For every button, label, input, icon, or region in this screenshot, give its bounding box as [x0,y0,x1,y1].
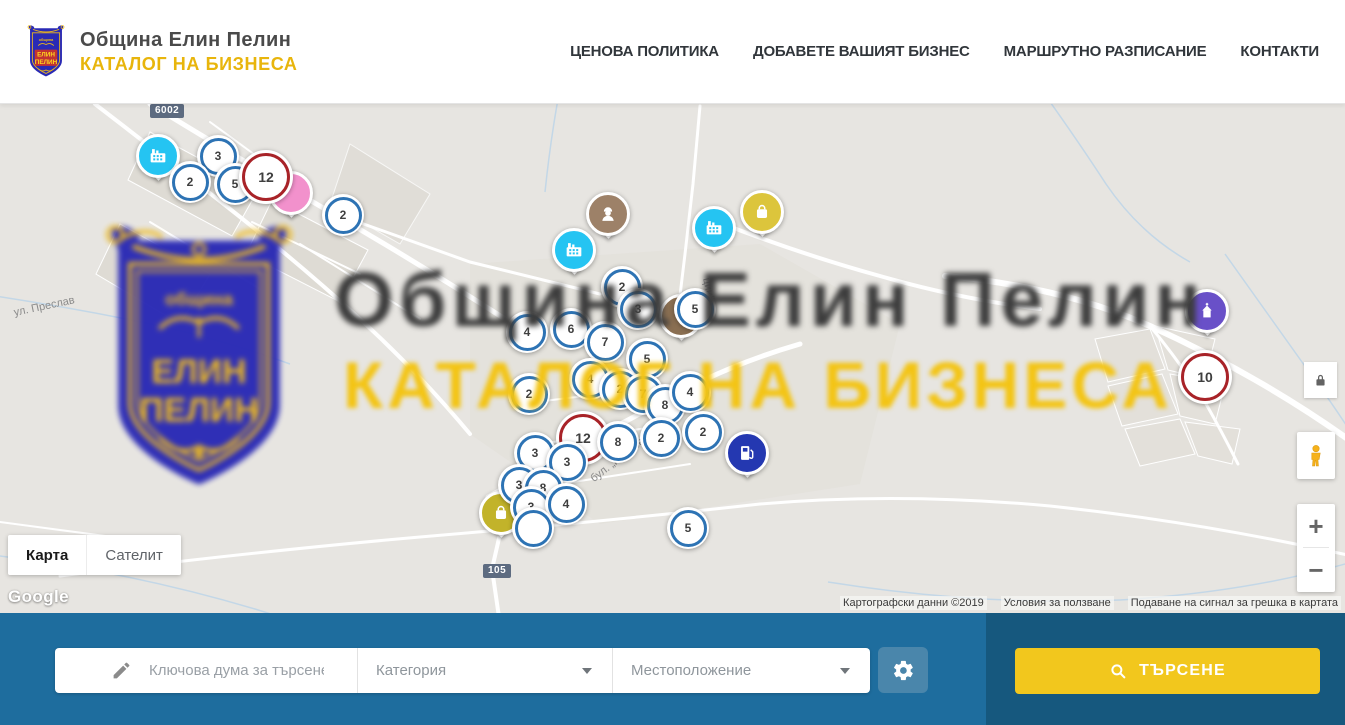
search-submit-label: ТЪРСЕНЕ [1139,662,1226,680]
brand-text: Община Елин Пелин КАТАЛОГ НА БИЗНЕСА [80,29,298,75]
category-select[interactable]: Категория [357,648,612,693]
search-icon [1109,662,1127,680]
location-select-label: Местоположение [631,662,751,679]
cluster-marker[interactable]: 2 [640,417,682,459]
category-pin-factory[interactable] [692,206,736,264]
category-pin-fuel[interactable] [725,431,769,489]
map-type-satellite-button[interactable]: Сателит [87,535,181,575]
cluster-count: 2 [526,387,533,401]
municipality-crest-logo-icon: община ЕЛИН ПЕЛИН [24,23,68,81]
map-attribution: Картографски данни ©2019 Условия за полз… [840,596,1341,610]
map-zoom-control: + − [1297,504,1335,592]
cluster-count: 10 [1197,369,1213,385]
cluster-count: 4 [524,325,531,339]
crest-name2: ПЕЛИН [35,58,58,65]
cluster-count: 5 [232,177,239,191]
cluster-marker[interactable]: 2 [322,194,364,236]
cluster-marker[interactable]: 12 [239,150,293,204]
cluster-count: 12 [258,169,274,185]
cluster-marker[interactable]: 7 [584,321,626,363]
cluster-count: 6 [568,322,575,336]
nav-add-your-business[interactable]: ДОБАВЕТЕ ВАШИЯТ БИЗНЕС [753,43,970,60]
pegman-icon [1304,439,1328,473]
category-pin-factory[interactable] [552,228,596,286]
page: община ЕЛИН ПЕЛИН Община Елин Пелин КАТА… [0,0,1345,725]
street-view-pegman[interactable] [1297,432,1335,479]
cluster-count: 2 [658,431,665,445]
cluster-count: 4 [563,497,570,511]
header: община ЕЛИН ПЕЛИН Община Елин Пелин КАТА… [0,0,1345,104]
crest-top-word: община [39,37,54,41]
lock-icon-button[interactable] [1304,362,1337,398]
cluster-count: 2 [187,175,194,189]
cluster-count: 3 [564,455,571,469]
cluster-count: 2 [340,208,347,222]
cluster-count: 2 [700,425,707,439]
cluster-marker[interactable]: 2 [682,411,724,453]
chevron-down-icon [840,668,850,674]
cluster-count: 7 [602,335,609,349]
site-subtitle: КАТАЛОГ НА БИЗНЕСА [80,54,298,75]
chevron-down-icon [582,668,592,674]
cluster-count: 5 [692,302,699,316]
factory-icon [552,228,596,272]
nav-pricing-policy[interactable]: ЦЕНОВА ПОЛИТИКА [570,43,719,60]
category-select-label: Категория [376,662,446,679]
category-pin-church[interactable] [1185,289,1229,347]
cluster-count: 4 [687,385,694,399]
factory-icon [692,206,736,250]
cluster-count: 8 [615,435,622,449]
cluster-marker[interactable]: 4 [506,311,548,353]
cluster-marker[interactable]: 10 [1178,350,1232,404]
cluster-count: 3 [635,302,642,316]
site-logo[interactable]: община ЕЛИН ПЕЛИН Община Елин Пелин КАТА… [0,23,298,81]
fuel-icon [725,431,769,475]
lock-icon [1313,373,1328,388]
search-fields: Категория Местоположение [55,648,870,693]
cluster-marker[interactable]: 8 [597,421,639,463]
gear-icon [892,659,915,682]
cluster-marker[interactable]: 4 [669,371,711,413]
cluster-count: 4 [587,372,594,386]
attribution-terms-link[interactable]: Условия за ползване [1001,596,1114,610]
cluster-count: 8 [662,398,669,412]
pencil-icon [111,660,132,681]
cluster-marker[interactable]: 3 [617,288,659,330]
nav-route-schedule[interactable]: МАРШРУТНО РАЗПИСАНИЕ [1004,43,1207,60]
bag-icon [740,190,784,234]
keyword-field [55,648,357,693]
cluster-count: 5 [685,521,692,535]
map-type-map-button[interactable]: Карта [8,535,87,575]
cluster-count: 3 [215,149,222,163]
church-icon [1185,289,1229,333]
google-logo[interactable]: Google [8,587,69,607]
main-nav: ЦЕНОВА ПОЛИТИКА ДОБАВЕТЕ ВАШИЯТ БИЗНЕС М… [570,43,1345,60]
cluster-marker[interactable]: 2 [508,373,550,415]
advanced-settings-button[interactable] [878,647,928,693]
zoom-out-button[interactable]: − [1297,548,1335,591]
search-bar: Категория Местоположение ТЪРСЕНЕ [0,613,1345,725]
site-title: Община Елин Пелин [80,29,298,52]
cluster-marker[interactable]: 2 [169,161,211,203]
zoom-in-button[interactable]: + [1297,504,1335,547]
location-select[interactable]: Местоположение [612,648,870,693]
map-markers-layer: 325122235467542784212822333834510 [0,104,1345,613]
cluster-count: 3 [532,446,539,460]
keyword-search-input[interactable] [147,661,326,680]
map-type-control: Карта Сателит [8,535,181,575]
cluster-marker[interactable]: 5 [667,507,709,549]
map[interactable]: 6002105ул. Преславбул. „Новоселции" 3251… [0,104,1345,613]
crest-name1: ЕЛИН [37,51,55,58]
cluster-count: 5 [644,352,651,366]
search-submit-button[interactable]: ТЪРСЕНЕ [1015,648,1320,694]
cluster-marker[interactable]: 5 [674,288,716,330]
nav-contacts[interactable]: КОНТАКТИ [1240,43,1319,60]
category-pin-bag[interactable] [740,190,784,248]
attribution-report-link[interactable]: Подаване на сигнал за грешка в картата [1128,596,1341,610]
cluster-marker[interactable] [512,507,554,549]
attribution-data-text: Картографски данни ©2019 [840,596,987,610]
